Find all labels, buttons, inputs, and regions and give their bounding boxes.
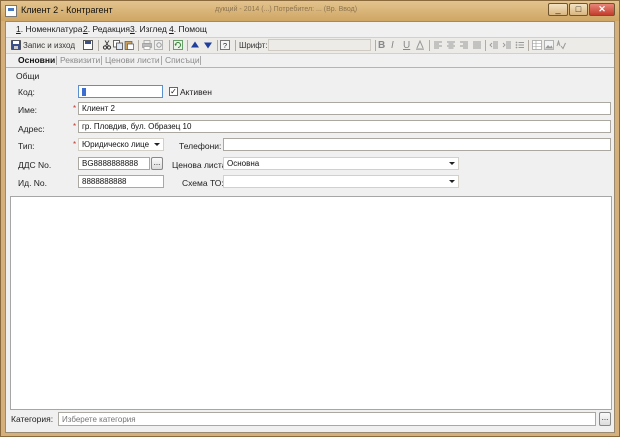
table-icon[interactable]	[532, 40, 542, 50]
tab-general[interactable]: Основни	[18, 55, 55, 65]
arrow-down-icon[interactable]	[203, 40, 213, 50]
toolbar: Запис и изход ? Шрифт: B I U	[6, 37, 614, 54]
window-client-area: 1. Номенклатура 2. Редакция 3. Изглед 4.…	[5, 21, 615, 433]
required-mark: *	[73, 104, 77, 113]
save-and-close-button[interactable]: Запис и изход	[23, 40, 75, 51]
toolbar-separator	[98, 40, 99, 51]
price-list-select[interactable]: Основна	[223, 157, 459, 170]
scheme-to-select[interactable]	[223, 175, 459, 188]
toolbar-separator	[375, 40, 376, 51]
text-cursor	[82, 87, 86, 96]
toolbar-separator	[187, 40, 188, 51]
save-copy-icon[interactable]	[83, 40, 93, 50]
tab-requisites[interactable]: Реквизити	[60, 55, 100, 65]
app-window-icon	[5, 5, 17, 17]
toolbar-separator	[528, 40, 529, 51]
code-label: Код:	[18, 87, 35, 97]
font-color-icon[interactable]	[415, 40, 425, 50]
copy-icon[interactable]	[113, 40, 123, 50]
vat-browse-button[interactable]: ...	[151, 157, 163, 170]
id-no-input[interactable]: 8888888888	[78, 175, 164, 188]
save-icon	[11, 40, 21, 50]
window-title-secondary: дукций - 2014 (...) Потребител: ... (Вр.…	[215, 6, 358, 13]
toolbar-separator	[217, 40, 218, 51]
align-left-icon[interactable]	[433, 40, 443, 50]
toolbar-separator	[169, 40, 170, 51]
menu-nomenclature[interactable]: 1. Номенклатура	[16, 24, 83, 34]
align-right-icon[interactable]	[459, 40, 469, 50]
price-list-label: Ценова листа:	[172, 160, 229, 170]
maximize-button[interactable]: □	[569, 3, 588, 16]
bullet-list-icon[interactable]	[515, 40, 525, 50]
close-button[interactable]: ✕	[589, 3, 615, 16]
phones-label: Телефони:	[179, 141, 222, 151]
refresh-icon[interactable]	[173, 40, 183, 50]
arrow-up-icon[interactable]	[190, 40, 200, 50]
required-mark: *	[73, 140, 77, 149]
address-input[interactable]: гр. Пловдив, бул. Образец 10	[78, 120, 611, 133]
menu-bar: 1. Номенклатура 2. Редакция 3. Изглед 4.…	[6, 22, 614, 36]
tab-separator	[161, 56, 162, 65]
spell-check-icon[interactable]	[556, 40, 566, 50]
bold-button[interactable]: B	[378, 40, 385, 51]
type-label: Тип:	[18, 141, 35, 151]
group-label-general: Общи	[16, 71, 40, 81]
scheme-to-label: Схема ТО:	[182, 178, 224, 188]
align-justify-icon[interactable]	[472, 40, 482, 50]
menu-view[interactable]: 3. Изглед	[130, 24, 167, 34]
font-select[interactable]	[268, 39, 371, 51]
category-label: Категория:	[11, 414, 54, 424]
align-center-icon[interactable]	[446, 40, 456, 50]
tab-separator	[56, 56, 57, 65]
toolbar-separator	[429, 40, 430, 51]
tab-price-lists[interactable]: Ценови листи	[105, 55, 160, 65]
toolbar-separator	[485, 40, 486, 51]
category-browse-button[interactable]: ...	[599, 412, 611, 426]
code-input[interactable]	[78, 85, 163, 98]
svg-text:?: ?	[223, 41, 227, 50]
window: Клиент 2 - Контрагент дукций - 2014 (...…	[0, 0, 620, 437]
underline-button[interactable]: U	[403, 40, 410, 51]
vat-label: ДДС No.	[18, 160, 52, 170]
tab-lists[interactable]: Списъци	[165, 55, 200, 65]
indent-icon[interactable]	[502, 40, 512, 50]
help-icon[interactable]: ?	[220, 40, 230, 50]
print-preview-icon[interactable]	[154, 40, 164, 50]
content-area[interactable]	[10, 196, 612, 410]
name-label: Име:	[18, 105, 38, 115]
window-title: Клиент 2 - Контрагент	[21, 5, 113, 15]
tab-strip: Основни Реквизити Ценови листи Списъци	[6, 54, 614, 68]
required-mark: *	[73, 122, 77, 131]
font-label: Шрифт:	[239, 41, 268, 50]
toolbar-separator	[138, 40, 139, 51]
minimize-button[interactable]: _	[548, 3, 568, 16]
italic-button[interactable]: I	[391, 40, 394, 51]
address-label: Адрес:	[18, 124, 45, 134]
general-form: Общи Код: ✓ Активен Име: * Клиент 2 Адре…	[9, 69, 612, 196]
cut-icon[interactable]	[102, 40, 112, 50]
type-select[interactable]: Юридическо лице	[78, 138, 164, 151]
active-checkbox[interactable]: ✓	[169, 87, 178, 96]
insert-image-icon[interactable]	[544, 40, 554, 50]
print-icon[interactable]	[142, 40, 152, 50]
category-input[interactable]	[58, 412, 596, 426]
name-input[interactable]: Клиент 2	[78, 102, 611, 115]
active-checkbox-label: Активен	[180, 87, 212, 97]
toolbar-separator	[235, 40, 236, 51]
outdent-icon[interactable]	[489, 40, 499, 50]
phones-input[interactable]	[223, 138, 611, 151]
tab-separator	[200, 56, 201, 65]
category-bar: Категория: ...	[6, 410, 614, 432]
id-no-label: Ид. No.	[18, 178, 48, 188]
vat-input[interactable]: BG8888888888	[78, 157, 150, 170]
menu-help[interactable]: 4. Помощ	[169, 24, 207, 34]
title-bar[interactable]: Клиент 2 - Контрагент дукций - 2014 (...…	[1, 1, 619, 21]
menu-edit[interactable]: 2. Редакция	[83, 24, 130, 34]
paste-icon[interactable]	[124, 40, 134, 50]
tab-separator	[101, 56, 102, 65]
